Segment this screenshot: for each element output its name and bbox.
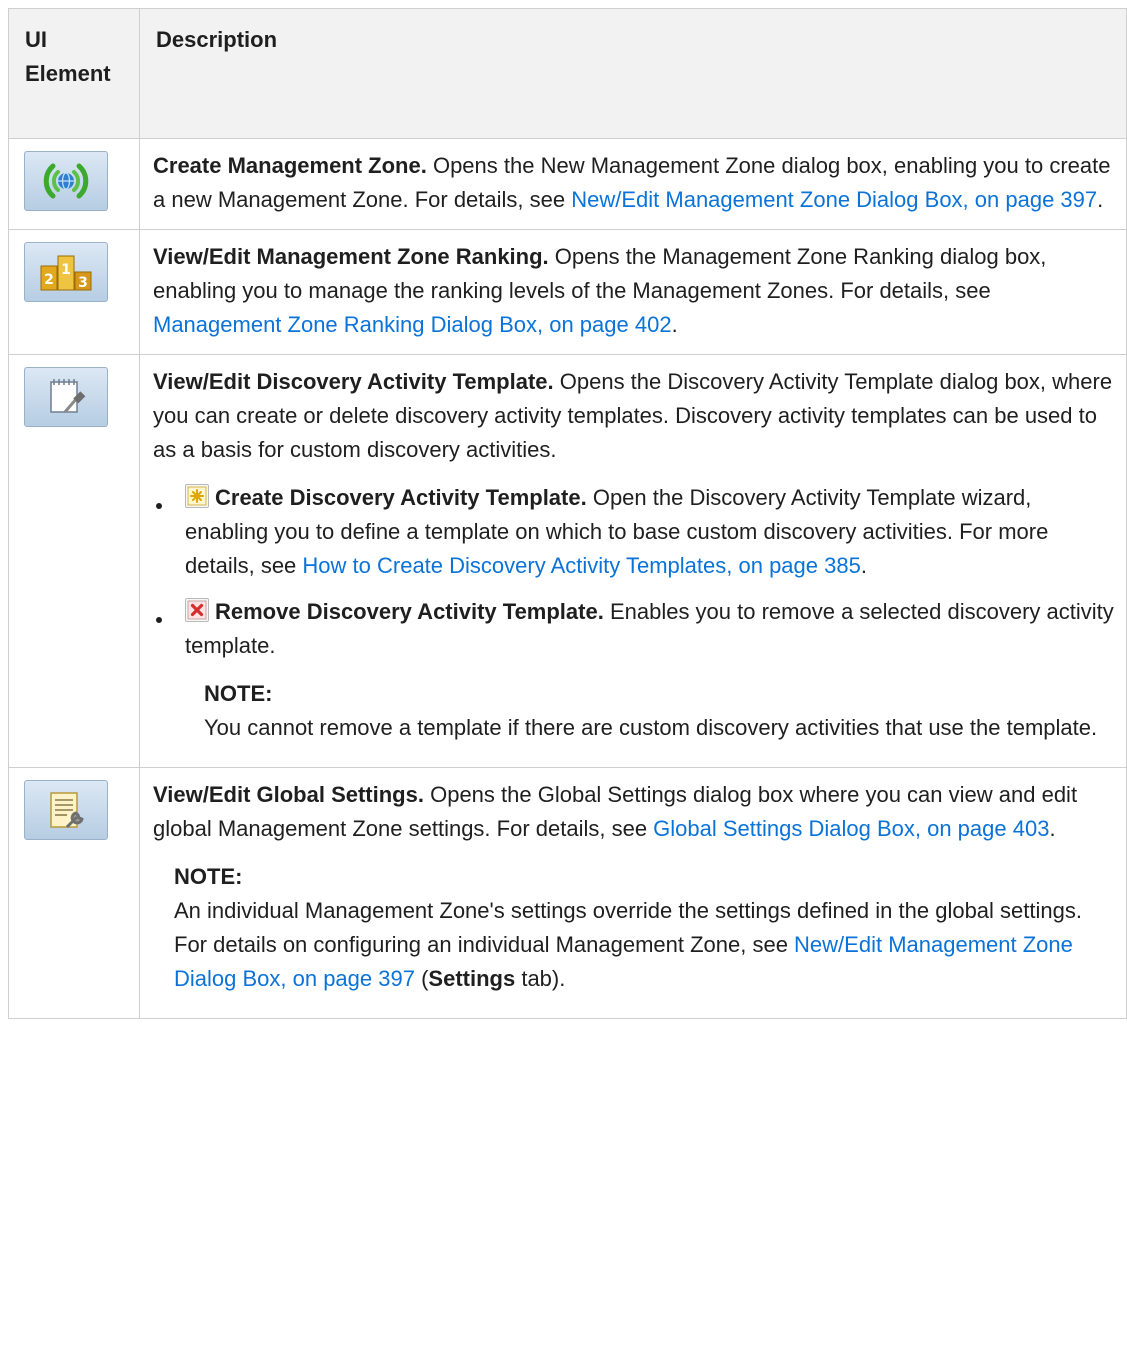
table-row: Create Management Zone. Opens the New Ma… xyxy=(8,138,1127,230)
new-star-icon[interactable] xyxy=(185,484,209,508)
note-block: NOTE: You cannot remove a template if th… xyxy=(153,677,1120,745)
ranking-icon[interactable]: 2 1 3 xyxy=(24,242,108,302)
note-title: NOTE: xyxy=(204,681,273,706)
header-ui-line2: Element xyxy=(25,61,111,86)
ui-elements-table: UI Element Description Create Management… xyxy=(8,8,1127,1019)
description-cell: View/Edit Management Zone Ranking. Opens… xyxy=(139,229,1127,355)
note-block: NOTE: An individual Management Zone's se… xyxy=(153,860,1120,996)
svg-text:2: 2 xyxy=(44,272,54,288)
trailing-period: . xyxy=(860,553,867,578)
list-item: Create Discovery Activity Template. Open… xyxy=(153,481,1120,583)
table-row: 2 1 3 View/Edit Management Zone Ranking.… xyxy=(8,229,1127,355)
element-title: View/Edit Discovery Activity Template. xyxy=(153,369,554,394)
description-cell: Create Management Zone. Opens the New Ma… xyxy=(139,138,1127,230)
remove-x-icon[interactable] xyxy=(185,598,209,622)
ui-element-cell xyxy=(8,354,140,768)
note-settings-bold: Settings xyxy=(428,966,516,991)
table-row: View/Edit Discovery Activity Template. O… xyxy=(8,354,1127,768)
zone-ranking-link[interactable]: Management Zone Ranking Dialog Box, on p… xyxy=(153,312,672,337)
global-settings-icon[interactable] xyxy=(24,780,108,840)
create-template-title: Create Discovery Activity Template. xyxy=(215,485,587,510)
trailing-period: . xyxy=(1049,816,1056,841)
note-paren-open: ( xyxy=(414,966,429,991)
description-text: View/Edit Global Settings. Opens the Glo… xyxy=(153,778,1120,846)
list-item: Remove Discovery Activity Template. Enab… xyxy=(153,595,1120,663)
header-ui-line1: UI xyxy=(25,27,47,52)
header-description: Description xyxy=(139,8,1127,139)
description-text: Create Management Zone. Opens the New Ma… xyxy=(153,149,1120,217)
ui-element-cell xyxy=(8,767,140,1019)
element-title: View/Edit Management Zone Ranking. xyxy=(153,244,549,269)
note-text: You cannot remove a template if there ar… xyxy=(204,715,1098,740)
note-text-wrap: An individual Management Zone's settings… xyxy=(174,894,1120,996)
bullet-dot xyxy=(156,503,162,509)
bullet-dot xyxy=(156,617,162,623)
create-templates-link[interactable]: How to Create Discovery Activity Templat… xyxy=(302,553,860,578)
management-zone-icon[interactable] xyxy=(24,151,108,211)
element-title: Create Management Zone. xyxy=(153,153,427,178)
new-edit-zone-link[interactable]: New/Edit Management Zone Dialog Box, on … xyxy=(571,187,1097,212)
description-cell: View/Edit Discovery Activity Template. O… xyxy=(139,354,1127,768)
note-title: NOTE: xyxy=(174,864,243,889)
remove-template-title: Remove Discovery Activity Template. xyxy=(215,599,604,624)
description-text: View/Edit Management Zone Ranking. Opens… xyxy=(153,240,1120,342)
table-row: View/Edit Global Settings. Opens the Glo… xyxy=(8,767,1127,1019)
svg-text:3: 3 xyxy=(78,275,88,291)
ui-element-cell: 2 1 3 xyxy=(8,229,140,355)
header-ui-element: UI Element xyxy=(8,8,140,139)
svg-text:1: 1 xyxy=(61,262,71,278)
trailing-period: . xyxy=(1097,187,1104,212)
global-settings-link[interactable]: Global Settings Dialog Box, on page 403 xyxy=(653,816,1049,841)
element-title: View/Edit Global Settings. xyxy=(153,782,424,807)
template-edit-icon[interactable] xyxy=(24,367,108,427)
ui-element-cell xyxy=(8,138,140,230)
note-paren-close: tab). xyxy=(515,966,566,991)
description-cell: View/Edit Global Settings. Opens the Glo… xyxy=(139,767,1127,1019)
description-text: View/Edit Discovery Activity Template. O… xyxy=(153,365,1120,467)
trailing-period: . xyxy=(671,312,678,337)
sub-action-list: Create Discovery Activity Template. Open… xyxy=(153,481,1120,663)
table-header-row: UI Element Description xyxy=(8,8,1127,139)
